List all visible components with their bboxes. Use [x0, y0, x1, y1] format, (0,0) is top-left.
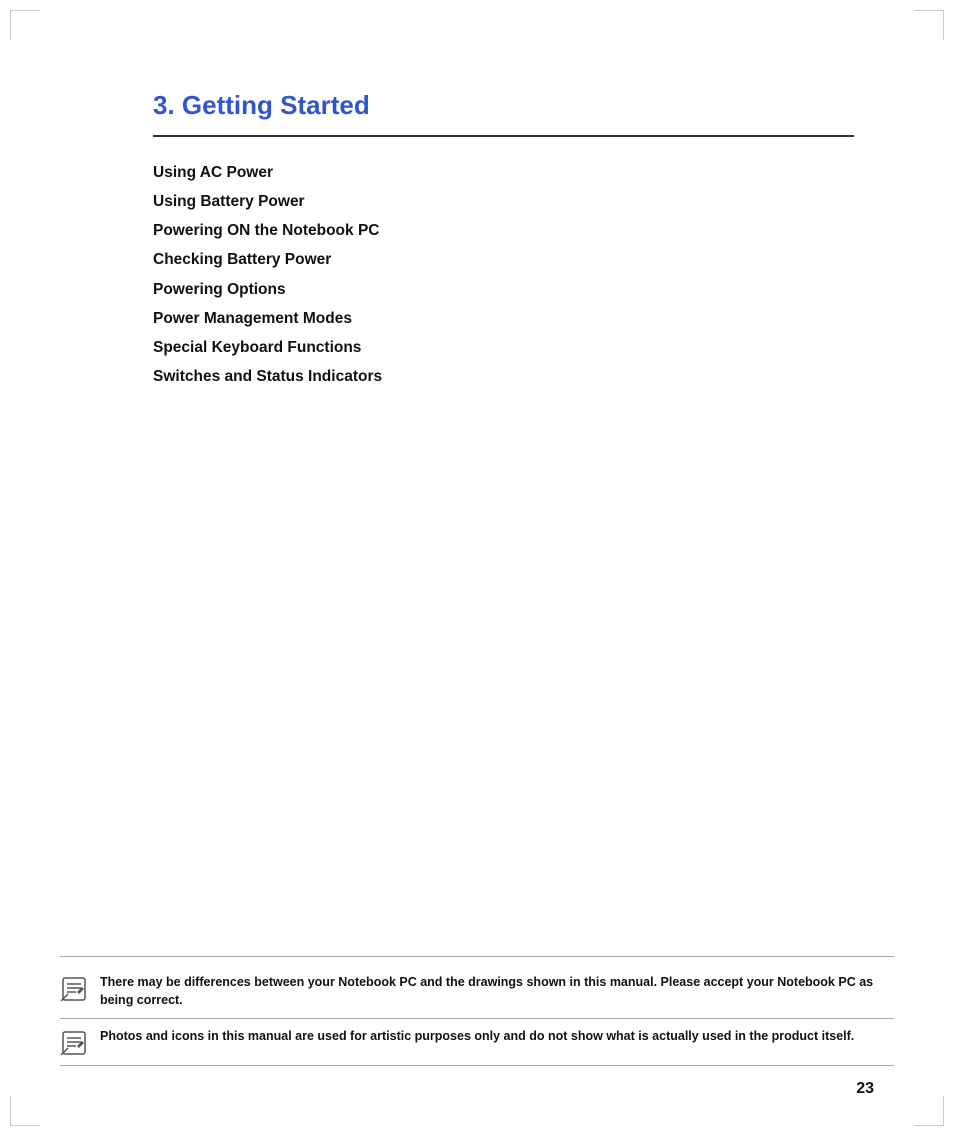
corner-mark-top-right: [914, 10, 944, 40]
note-item-1: There may be differences between your No…: [60, 965, 894, 1019]
title-divider: [153, 135, 854, 137]
corner-mark-top-left: [10, 10, 40, 40]
note-icon-2: [60, 1029, 88, 1057]
note-text-2: Photos and icons in this manual are used…: [100, 1027, 894, 1046]
note-icon-1: [60, 975, 88, 1003]
toc-item-8[interactable]: Switches and Status Indicators: [153, 363, 854, 390]
corner-mark-bottom-left: [10, 1096, 40, 1126]
note-item-2: Photos and icons in this manual are used…: [60, 1018, 894, 1065]
corner-mark-bottom-right: [914, 1096, 944, 1126]
notes-bottom-rule: [60, 1065, 894, 1066]
chapter-title: 3. Getting Started: [153, 90, 854, 121]
notes-section: There may be differences between your No…: [60, 956, 894, 1067]
main-content: 3. Getting Started Using AC Power Using …: [153, 90, 854, 392]
toc-item-4[interactable]: Checking Battery Power: [153, 246, 854, 273]
toc-item-6[interactable]: Power Management Modes: [153, 305, 854, 332]
toc-item-2[interactable]: Using Battery Power: [153, 188, 854, 215]
toc-item-7[interactable]: Special Keyboard Functions: [153, 334, 854, 361]
toc-item-1[interactable]: Using AC Power: [153, 159, 854, 186]
toc-item-3[interactable]: Powering ON the Notebook PC: [153, 217, 854, 244]
page-number: 23: [856, 1080, 874, 1098]
note-text-1: There may be differences between your No…: [100, 973, 894, 1011]
toc-item-5[interactable]: Powering Options: [153, 276, 854, 303]
notes-top-rule: [60, 956, 894, 957]
toc-list: Using AC Power Using Battery Power Power…: [153, 159, 854, 390]
